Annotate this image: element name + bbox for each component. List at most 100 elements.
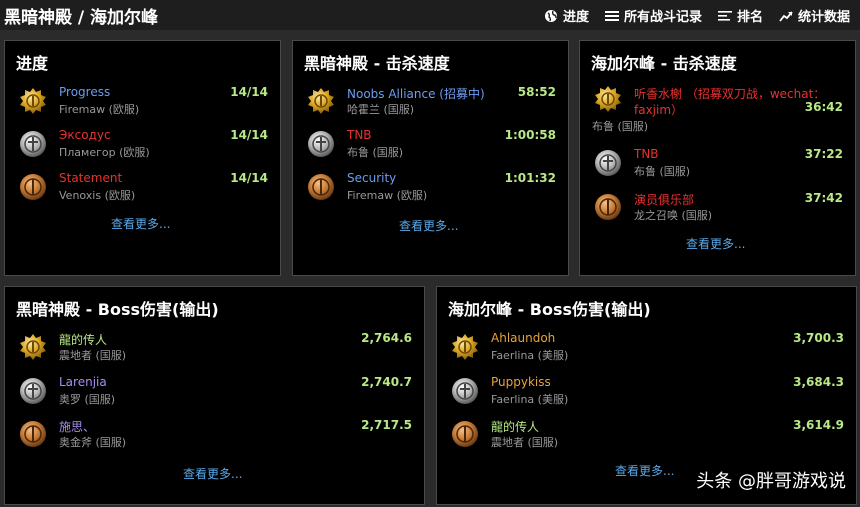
view-more-link[interactable]: 查看更多... — [686, 235, 745, 252]
guild-name-link[interactable]: TNB — [347, 128, 372, 142]
progress-value: 14/14 — [230, 85, 268, 99]
realm: 龙之召唤 (国服) — [634, 209, 713, 222]
player-name-link[interactable]: 施思、 — [59, 418, 95, 435]
list-item: TNB 布鲁 (国服) 1:00:58 — [305, 128, 556, 168]
guild-name-link[interactable]: Эксодус — [59, 128, 111, 142]
progress-value: 14/14 — [230, 171, 268, 185]
realm: 布鲁 (国服) — [347, 146, 404, 159]
guild-name-link[interactable]: TNB — [634, 147, 659, 161]
nav-progress[interactable]: 进度 — [544, 6, 589, 25]
realm: 震地者 (国服) — [59, 349, 127, 362]
player-name-link[interactable]: Ahlaundoh — [491, 331, 555, 345]
list-item: Noobs Alliance (招募中) 哈霍兰 (国服) 58:52 — [305, 85, 556, 125]
bronze-medal-icon — [308, 174, 334, 200]
realm: 布鲁 (国服) — [592, 120, 649, 133]
player-name-link[interactable]: Puppykiss — [491, 375, 551, 389]
realm: 奥金斧 (国服) — [59, 436, 127, 449]
bronze-medal-icon — [20, 421, 46, 447]
view-more-link[interactable]: 查看更多... — [183, 465, 242, 482]
top-bar: 黑暗神殿 / 海加尔峰 进度 所有战斗记录 排名 统计数据 — [0, 0, 860, 30]
realm: 布鲁 (国服) — [634, 165, 691, 178]
guild-name-link[interactable]: 听香水榭 （招募双刀战，wechat： — [634, 85, 825, 102]
kill-time: 36:42 — [804, 100, 843, 114]
kill-time: 1:00:58 — [504, 128, 556, 142]
list-item: 演员俱乐部 龙之召唤 (国服) 37:42 — [592, 191, 843, 231]
guild-name-link[interactable]: Security — [347, 171, 396, 185]
bronze-medal-icon — [452, 421, 478, 447]
list-item: Puppykiss Faerlina (美服) 3,684.3 — [449, 375, 844, 415]
gold-medal-icon — [20, 334, 46, 360]
nav-statistics[interactable]: 统计数据 — [779, 6, 850, 25]
realm: 震地者 (国服) — [491, 436, 559, 449]
nav-ranking-label: 排名 — [736, 10, 763, 25]
list-item: Statement Venoxis (欧服) 14/14 — [17, 171, 268, 211]
nav-statistics-label: 统计数据 — [797, 10, 850, 25]
kill-time: 37:42 — [804, 191, 843, 205]
bt-damage-panel: 黑暗神殿 - Boss伤害(输出) 龍的传人 震地者 (国服) 2,764.6 … — [4, 286, 425, 505]
dps-value: 2,764.6 — [361, 331, 412, 345]
guild-name-link[interactable]: 演员俱乐部 — [634, 191, 694, 208]
bt-speed-panel: 黑暗神殿 - 击杀速度 Noobs Alliance (招募中) 哈霍兰 (国服… — [292, 40, 569, 276]
nav-ranking[interactable]: 排名 — [717, 6, 763, 25]
realm: Firemaw (欧服) — [59, 103, 140, 116]
panel-title: 海加尔峰 - Boss伤害(输出) — [448, 300, 651, 319]
view-more-link[interactable]: 查看更多... — [111, 215, 170, 232]
nav-all-fights-label: 所有战斗记录 — [623, 10, 702, 25]
list-item: Larenjia 奥罗 (国服) 2,740.7 — [17, 375, 412, 415]
view-more-link[interactable]: 查看更多... — [399, 217, 458, 234]
panel-title: 黑暗神殿 - Boss伤害(输出) — [16, 300, 219, 319]
realm: Пламегор (欧服) — [59, 146, 150, 159]
gold-medal-icon — [20, 88, 46, 114]
list-item: Ahlaundoh Faerlina (美服) 3,700.3 — [449, 331, 844, 371]
kill-time: 58:52 — [517, 85, 556, 99]
hyjal-speed-panel: 海加尔峰 - 击杀速度 听香水榭 （招募双刀战，wechat： faxjim） … — [579, 40, 856, 276]
trend-icon — [779, 10, 793, 22]
list-item: Эксодус Пламегор (欧服) 14/14 — [17, 128, 268, 168]
panel-title: 海加尔峰 - 击杀速度 — [591, 54, 737, 73]
page-title: 黑暗神殿 / 海加尔峰 — [4, 8, 159, 28]
panel-title: 黑暗神殿 - 击杀速度 — [304, 54, 450, 73]
nav-all-fights[interactable]: 所有战斗记录 — [604, 6, 702, 25]
watermark: 头条 @胖哥游戏说 — [696, 471, 846, 492]
guild-name-link[interactable]: Noobs Alliance (招募中) — [347, 85, 485, 102]
player-name-link[interactable]: 龍的传人 — [491, 418, 539, 435]
guild-name-link-line2[interactable]: faxjim） — [634, 101, 683, 118]
kill-time: 37:22 — [804, 147, 843, 161]
guild-name-link[interactable]: Progress — [59, 85, 110, 99]
progress-value: 14/14 — [230, 128, 268, 142]
silver-medal-icon — [595, 150, 621, 176]
realm: Faerlina (美服) — [491, 393, 569, 406]
nav-progress-label: 进度 — [562, 10, 589, 25]
player-name-link[interactable]: 龍的传人 — [59, 331, 107, 348]
view-more-link[interactable]: 查看更多... — [615, 462, 674, 479]
silver-medal-icon — [20, 131, 46, 157]
list-item: 龍的传人 震地者 (国服) 2,764.6 — [17, 331, 412, 371]
globe-icon — [544, 9, 557, 22]
gold-medal-icon — [595, 86, 621, 112]
dps-value: 3,700.3 — [793, 331, 844, 345]
top-nav: 进度 所有战斗记录 排名 统计数据 — [544, 6, 850, 25]
realm: Venoxis (欧服) — [59, 189, 136, 202]
list-item: Progress Firemaw (欧服) 14/14 — [17, 85, 268, 125]
silver-medal-icon — [452, 378, 478, 404]
dps-value: 2,740.7 — [361, 375, 412, 389]
progress-panel: 进度 Progress Firemaw (欧服) 14/14 Эксодус П… — [4, 40, 281, 276]
bronze-medal-icon — [595, 194, 621, 220]
panel-title: 进度 — [16, 54, 49, 73]
silver-medal-icon — [20, 378, 46, 404]
list-item: TNB 布鲁 (国服) 37:22 — [592, 147, 843, 187]
guild-name-link[interactable]: Statement — [59, 171, 122, 185]
list-item: 听香水榭 （招募双刀战，wechat： faxjim） 布鲁 (国服) 36:4… — [592, 85, 843, 137]
list-icon — [604, 10, 619, 21]
dps-value: 3,614.9 — [793, 418, 844, 432]
realm: Faerlina (美服) — [491, 349, 569, 362]
list-item: 龍的传人 震地者 (国服) 3,614.9 — [449, 418, 844, 458]
realm: Firemaw (欧服) — [347, 189, 428, 202]
ranking-icon — [717, 10, 732, 21]
realm: 奥罗 (国服) — [59, 393, 116, 406]
gold-medal-icon — [308, 88, 334, 114]
dps-value: 2,717.5 — [361, 418, 412, 432]
realm: 哈霍兰 (国服) — [347, 103, 415, 116]
list-item: 施思、 奥金斧 (国服) 2,717.5 — [17, 418, 412, 458]
player-name-link[interactable]: Larenjia — [59, 375, 107, 389]
